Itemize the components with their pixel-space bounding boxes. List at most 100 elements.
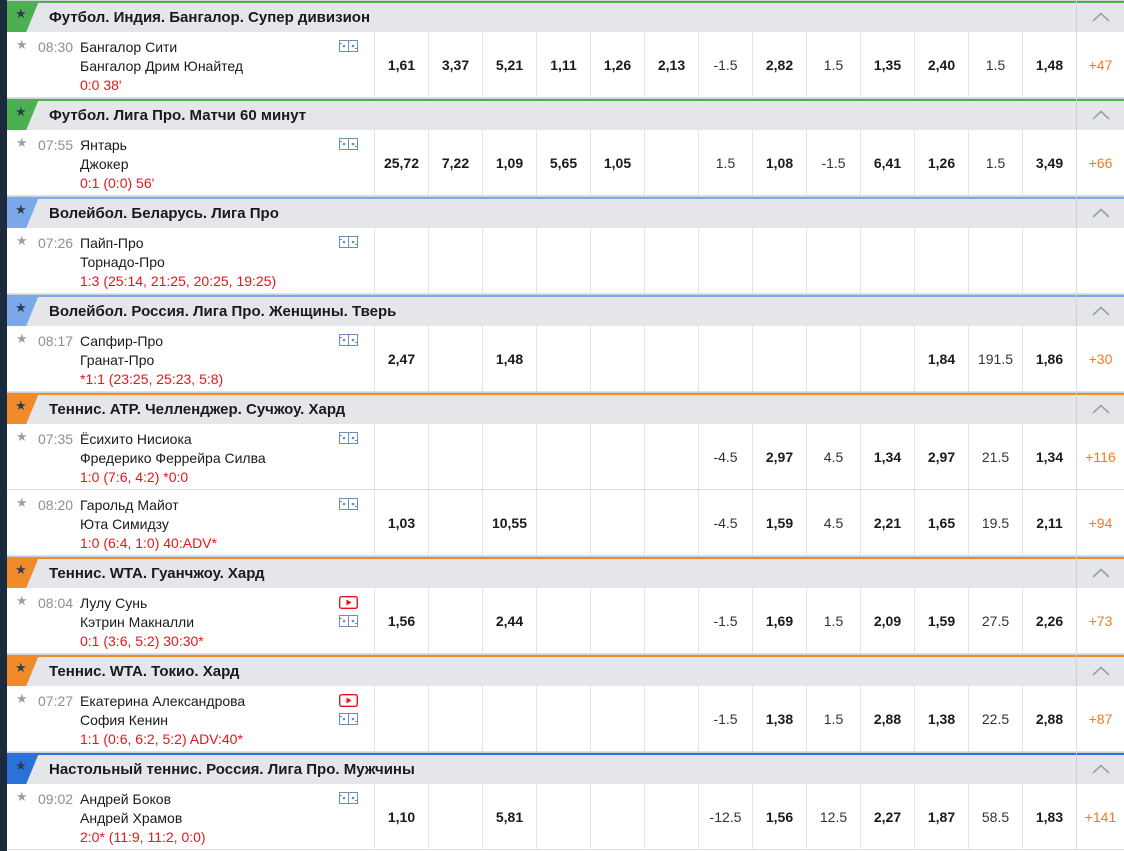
star-icon[interactable]: ★ bbox=[16, 429, 28, 445]
collapse-button[interactable] bbox=[1076, 557, 1124, 588]
league-favorite-tab[interactable]: ★ bbox=[7, 99, 39, 130]
odds-cell[interactable]: -4.5 bbox=[698, 424, 752, 489]
odds-cell[interactable]: 1,65 bbox=[914, 490, 968, 555]
odds-cell[interactable]: 1.5 bbox=[698, 130, 752, 195]
odds-cell[interactable]: 4.5 bbox=[806, 424, 860, 489]
collapse-button[interactable] bbox=[1076, 99, 1124, 130]
odds-cell[interactable]: 2,47 bbox=[374, 326, 428, 391]
team-away[interactable]: София Кенин bbox=[80, 712, 168, 728]
odds-cell[interactable]: 2,97 bbox=[752, 424, 806, 489]
league-favorite-tab[interactable]: ★ bbox=[7, 753, 39, 784]
odds-cell[interactable]: 1,38 bbox=[752, 686, 806, 751]
video-play-icon[interactable] bbox=[339, 694, 358, 707]
team-away[interactable]: Гранат-Про bbox=[80, 352, 154, 368]
odds-cell[interactable]: 1.5 bbox=[806, 588, 860, 653]
star-icon[interactable]: ★ bbox=[16, 789, 28, 805]
odds-cell[interactable]: 2,44 bbox=[482, 588, 536, 653]
odds-cell[interactable]: 1.5 bbox=[968, 130, 1022, 195]
match-row[interactable]: ★ 08:20 Гарольд Майот Юта Симидзу 1:0 (6:4, … bbox=[7, 490, 1124, 556]
team-home[interactable]: Андрей Боков bbox=[80, 791, 171, 807]
match-row[interactable]: ★ 07:35 Ёсихито Нисиока Фредерико Феррейра … bbox=[7, 424, 1124, 490]
collapse-button[interactable] bbox=[1076, 655, 1124, 686]
statistics-icon[interactable] bbox=[339, 138, 358, 150]
statistics-icon[interactable] bbox=[339, 498, 358, 510]
match-row[interactable]: ★ 08:30 Бангалор Сити Бангалор Дрим Юнайтед… bbox=[7, 32, 1124, 98]
collapse-button[interactable] bbox=[1076, 393, 1124, 424]
odds-cell[interactable]: 2,09 bbox=[860, 588, 914, 653]
odds-cell[interactable]: 1,69 bbox=[752, 588, 806, 653]
star-icon[interactable]: ★ bbox=[16, 593, 28, 609]
odds-cell[interactable]: 5,21 bbox=[482, 32, 536, 97]
team-away[interactable]: Андрей Храмов bbox=[80, 810, 182, 826]
match-row[interactable]: ★ 07:27 Екатерина Александрова София Кенин 1… bbox=[7, 686, 1124, 752]
star-icon[interactable]: ★ bbox=[15, 104, 27, 120]
statistics-icon[interactable] bbox=[339, 615, 358, 627]
odds-cell[interactable]: 1,83 bbox=[1022, 784, 1076, 849]
odds-cell[interactable]: 2,26 bbox=[1022, 588, 1076, 653]
odds-cell[interactable]: 27.5 bbox=[968, 588, 1022, 653]
match-row[interactable]: ★ 07:55 Янтарь Джокер 0:1 (0:0) 56' 25,72 7,22… bbox=[7, 130, 1124, 196]
match-row[interactable]: ★ 07:26 Пайп-Про Торнадо-Про 1:3 (25:14, 21:… bbox=[7, 228, 1124, 294]
star-icon[interactable]: ★ bbox=[15, 758, 27, 774]
odds-cell[interactable]: 2,88 bbox=[1022, 686, 1076, 751]
odds-cell[interactable]: 1.5 bbox=[968, 32, 1022, 97]
league-header[interactable]: ★ Теннис. WTA. Токио. Хард bbox=[7, 654, 1124, 686]
odds-cell[interactable]: 1,56 bbox=[374, 588, 428, 653]
team-home[interactable]: Ёсихито Нисиока bbox=[80, 431, 192, 447]
league-favorite-tab[interactable]: ★ bbox=[7, 295, 39, 326]
team-home[interactable]: Янтарь bbox=[80, 137, 127, 153]
odds-cell[interactable]: 1,08 bbox=[752, 130, 806, 195]
odds-cell[interactable]: 3,37 bbox=[428, 32, 482, 97]
odds-cell[interactable]: 1,10 bbox=[374, 784, 428, 849]
match-row[interactable]: ★ 09:02 Андрей Боков Андрей Храмов 2:0* (11:… bbox=[7, 784, 1124, 850]
odds-cell[interactable]: 2,11 bbox=[1022, 490, 1076, 555]
odds-cell[interactable]: 10,55 bbox=[482, 490, 536, 555]
more-bets-link[interactable]: +73 bbox=[1076, 588, 1124, 653]
more-bets-link[interactable]: +66 bbox=[1076, 130, 1124, 195]
team-away[interactable]: Джокер bbox=[80, 156, 129, 172]
star-icon[interactable]: ★ bbox=[15, 300, 27, 316]
league-favorite-tab[interactable]: ★ bbox=[7, 655, 39, 686]
odds-cell[interactable]: 1,84 bbox=[914, 326, 968, 391]
team-home[interactable]: Гарольд Майот bbox=[80, 497, 179, 513]
odds-cell[interactable]: 2,88 bbox=[860, 686, 914, 751]
odds-cell[interactable]: 1,61 bbox=[374, 32, 428, 97]
odds-cell[interactable]: 1,26 bbox=[914, 130, 968, 195]
more-bets-link[interactable]: +94 bbox=[1076, 490, 1124, 555]
league-favorite-tab[interactable]: ★ bbox=[7, 393, 39, 424]
odds-cell[interactable]: 2,27 bbox=[860, 784, 914, 849]
statistics-icon[interactable] bbox=[339, 334, 358, 346]
team-home[interactable]: Екатерина Александрова bbox=[80, 693, 245, 709]
star-icon[interactable]: ★ bbox=[16, 135, 28, 151]
odds-cell[interactable]: 7,22 bbox=[428, 130, 482, 195]
star-icon[interactable]: ★ bbox=[16, 691, 28, 707]
odds-cell[interactable]: -1.5 bbox=[698, 686, 752, 751]
collapse-button[interactable] bbox=[1076, 295, 1124, 326]
more-bets-link[interactable] bbox=[1076, 228, 1124, 293]
odds-cell[interactable]: 2,82 bbox=[752, 32, 806, 97]
team-away[interactable]: Юта Симидзу bbox=[80, 516, 169, 532]
league-favorite-tab[interactable]: ★ bbox=[7, 557, 39, 588]
match-row[interactable]: ★ 08:17 Сапфир-Про Гранат-Про *1:1 (23:25, 2… bbox=[7, 326, 1124, 392]
league-header[interactable]: ★ Футбол. Лига Про. Матчи 60 минут bbox=[7, 98, 1124, 130]
odds-cell[interactable]: -4.5 bbox=[698, 490, 752, 555]
statistics-icon[interactable] bbox=[339, 236, 358, 248]
odds-cell[interactable]: 1,48 bbox=[482, 326, 536, 391]
odds-cell[interactable]: 1,11 bbox=[536, 32, 590, 97]
odds-cell[interactable]: 1,34 bbox=[1022, 424, 1076, 489]
odds-cell[interactable]: 25,72 bbox=[374, 130, 428, 195]
league-header[interactable]: ★ Настольный теннис. Россия. Лига Про. Му… bbox=[7, 752, 1124, 784]
odds-cell[interactable]: 2,40 bbox=[914, 32, 968, 97]
statistics-icon[interactable] bbox=[339, 432, 358, 444]
odds-cell[interactable]: 3,49 bbox=[1022, 130, 1076, 195]
odds-cell[interactable]: 6,41 bbox=[860, 130, 914, 195]
star-icon[interactable]: ★ bbox=[16, 331, 28, 347]
odds-cell[interactable]: 1,59 bbox=[914, 588, 968, 653]
odds-cell[interactable]: 1,03 bbox=[374, 490, 428, 555]
team-home[interactable]: Пайп-Про bbox=[80, 235, 144, 251]
odds-cell[interactable]: 1,38 bbox=[914, 686, 968, 751]
odds-cell[interactable]: 19.5 bbox=[968, 490, 1022, 555]
odds-cell[interactable]: 1.5 bbox=[806, 686, 860, 751]
league-header[interactable]: ★ Футбол. Индия. Бангалор. Супер дивизион bbox=[7, 0, 1124, 32]
odds-cell[interactable]: 1,48 bbox=[1022, 32, 1076, 97]
